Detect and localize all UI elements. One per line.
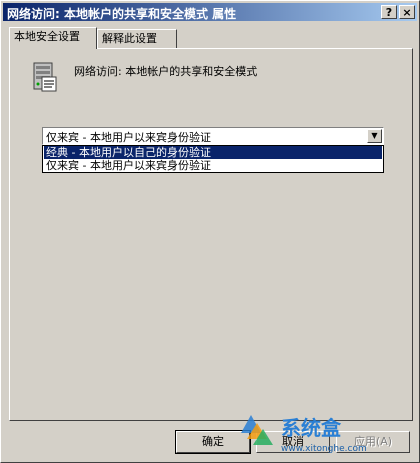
- title-bar[interactable]: 网络访问: 本地帐户的共享和安全模式 属性 ? ×: [3, 3, 417, 21]
- policy-label: 网络访问: 本地帐户的共享和安全模式: [74, 65, 258, 78]
- watermark-url: www.xitonghe.com: [281, 444, 367, 454]
- security-model-select[interactable]: 仅来宾 - 本地用户以来宾身份验证 ▼: [42, 127, 384, 145]
- tab-local-security-setting[interactable]: 本地安全设置: [9, 27, 97, 49]
- option-classic[interactable]: 经典 - 本地用户以自己的身份验证: [44, 146, 382, 159]
- tab-label: 解释此设置: [102, 32, 157, 45]
- tab-label: 本地安全设置: [14, 30, 80, 43]
- close-button[interactable]: ×: [399, 5, 415, 19]
- watermark-logo: 系统盒 www.xitonghe.com: [241, 415, 367, 454]
- watermark-text: 系统盒: [281, 416, 342, 440]
- policy-server-icon: [33, 62, 57, 92]
- chevron-down-icon[interactable]: ▼: [367, 129, 382, 143]
- select-value: 仅来宾 - 本地用户以来宾身份验证: [46, 131, 211, 144]
- option-guest-only[interactable]: 仅来宾 - 本地用户以来宾身份验证: [44, 159, 382, 172]
- properties-dialog: 网络访问: 本地帐户的共享和安全模式 属性 ? × 本地安全设置 解释此设置 网…: [0, 0, 420, 463]
- tab-explain-setting[interactable]: 解释此设置: [97, 29, 177, 48]
- help-button[interactable]: ?: [381, 5, 397, 19]
- tab-strip: 本地安全设置 解释此设置: [9, 27, 413, 49]
- window-title: 网络访问: 本地帐户的共享和安全模式 属性: [7, 7, 237, 21]
- tab-panel: 网络访问: 本地帐户的共享和安全模式 仅来宾 - 本地用户以来宾身份验证 ▼ 经…: [9, 48, 413, 421]
- dropdown-list: 经典 - 本地用户以自己的身份验证 仅来宾 - 本地用户以来宾身份验证: [42, 145, 384, 173]
